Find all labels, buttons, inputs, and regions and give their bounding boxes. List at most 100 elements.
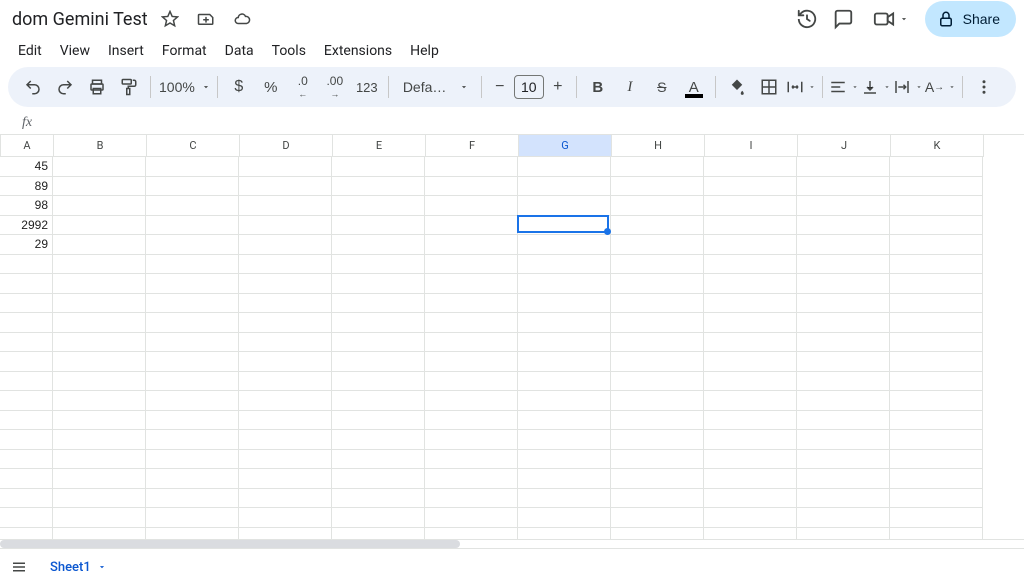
cell[interactable] <box>611 274 704 294</box>
cell[interactable] <box>611 372 704 392</box>
cell[interactable] <box>239 508 332 528</box>
column-header[interactable]: G <box>519 135 612 157</box>
horizontal-scrollbar-track[interactable] <box>0 540 1024 548</box>
cell[interactable] <box>704 372 797 392</box>
cell[interactable] <box>53 391 146 411</box>
cell[interactable] <box>425 372 518 392</box>
cell[interactable] <box>704 313 797 333</box>
cell[interactable] <box>239 216 332 236</box>
cell[interactable] <box>239 294 332 314</box>
cell[interactable] <box>797 255 890 275</box>
cell[interactable] <box>890 411 983 431</box>
menu-edit[interactable]: Edit <box>10 39 50 63</box>
cell[interactable] <box>890 313 983 333</box>
cell[interactable] <box>425 508 518 528</box>
cell[interactable] <box>704 508 797 528</box>
cell[interactable] <box>797 450 890 470</box>
format-percent-button[interactable]: % <box>256 72 286 102</box>
cell[interactable] <box>146 196 239 216</box>
fill-color-button[interactable] <box>722 72 752 102</box>
cell[interactable] <box>239 313 332 333</box>
menu-insert[interactable]: Insert <box>100 39 152 63</box>
cell[interactable] <box>518 411 611 431</box>
cell[interactable] <box>425 528 518 541</box>
cell[interactable] <box>890 216 983 236</box>
cell[interactable] <box>611 216 704 236</box>
cell[interactable] <box>611 196 704 216</box>
cell[interactable] <box>890 508 983 528</box>
column-header[interactable]: F <box>426 135 519 157</box>
move-icon[interactable] <box>192 5 220 33</box>
cell[interactable] <box>425 255 518 275</box>
cell[interactable] <box>704 450 797 470</box>
cell[interactable] <box>425 274 518 294</box>
column-header[interactable]: I <box>705 135 798 157</box>
cell[interactable] <box>797 216 890 236</box>
cell[interactable] <box>704 430 797 450</box>
cell[interactable]: 89 <box>0 177 53 197</box>
cell[interactable] <box>611 177 704 197</box>
column-header[interactable]: D <box>240 135 333 157</box>
cell[interactable] <box>239 469 332 489</box>
font-size-input[interactable] <box>514 75 544 99</box>
cell[interactable] <box>797 469 890 489</box>
menu-data[interactable]: Data <box>217 39 262 63</box>
cell[interactable] <box>797 313 890 333</box>
meet-button[interactable] <box>865 4 917 34</box>
cell[interactable] <box>611 469 704 489</box>
cell[interactable] <box>704 294 797 314</box>
cell[interactable] <box>53 177 146 197</box>
cell[interactable] <box>425 333 518 353</box>
cell[interactable] <box>797 411 890 431</box>
sheet-tab[interactable]: Sheet1 <box>38 552 119 577</box>
cell[interactable] <box>704 216 797 236</box>
cell[interactable] <box>611 430 704 450</box>
cell[interactable] <box>425 352 518 372</box>
cell[interactable] <box>704 489 797 509</box>
cell[interactable] <box>704 196 797 216</box>
cell[interactable] <box>53 352 146 372</box>
paint-format-button[interactable] <box>114 72 144 102</box>
column-header[interactable]: H <box>612 135 705 157</box>
vertical-align-button[interactable] <box>861 72 891 102</box>
cell[interactable] <box>890 177 983 197</box>
cell[interactable] <box>611 528 704 541</box>
redo-button[interactable] <box>50 72 80 102</box>
cell[interactable] <box>146 294 239 314</box>
cell[interactable] <box>332 294 425 314</box>
cell[interactable] <box>53 216 146 236</box>
cell[interactable] <box>53 313 146 333</box>
cell[interactable] <box>890 196 983 216</box>
cell[interactable] <box>611 157 704 177</box>
cell[interactable] <box>425 157 518 177</box>
cell[interactable] <box>425 489 518 509</box>
cell[interactable] <box>797 177 890 197</box>
cell[interactable] <box>704 157 797 177</box>
cell[interactable] <box>146 489 239 509</box>
cell[interactable] <box>611 255 704 275</box>
cell[interactable] <box>239 450 332 470</box>
more-formats-button[interactable]: 123 <box>352 72 382 102</box>
more-toolbar-button[interactable] <box>969 72 999 102</box>
cell[interactable] <box>890 352 983 372</box>
cell[interactable] <box>332 255 425 275</box>
cell[interactable] <box>239 411 332 431</box>
column-header[interactable]: E <box>333 135 426 157</box>
cell[interactable] <box>53 235 146 255</box>
cell[interactable] <box>518 157 611 177</box>
menu-extensions[interactable]: Extensions <box>316 39 400 63</box>
format-currency-button[interactable]: $ <box>224 72 254 102</box>
cell[interactable] <box>146 235 239 255</box>
cell[interactable] <box>890 430 983 450</box>
cell[interactable] <box>704 177 797 197</box>
cell[interactable] <box>797 196 890 216</box>
cell[interactable] <box>518 430 611 450</box>
cell[interactable] <box>890 528 983 541</box>
cell[interactable] <box>611 391 704 411</box>
cell[interactable]: 98 <box>0 196 53 216</box>
cell[interactable] <box>53 528 146 541</box>
cell[interactable] <box>611 313 704 333</box>
horizontal-scrollbar-thumb[interactable] <box>0 540 460 548</box>
cell[interactable] <box>518 469 611 489</box>
cell[interactable] <box>797 157 890 177</box>
